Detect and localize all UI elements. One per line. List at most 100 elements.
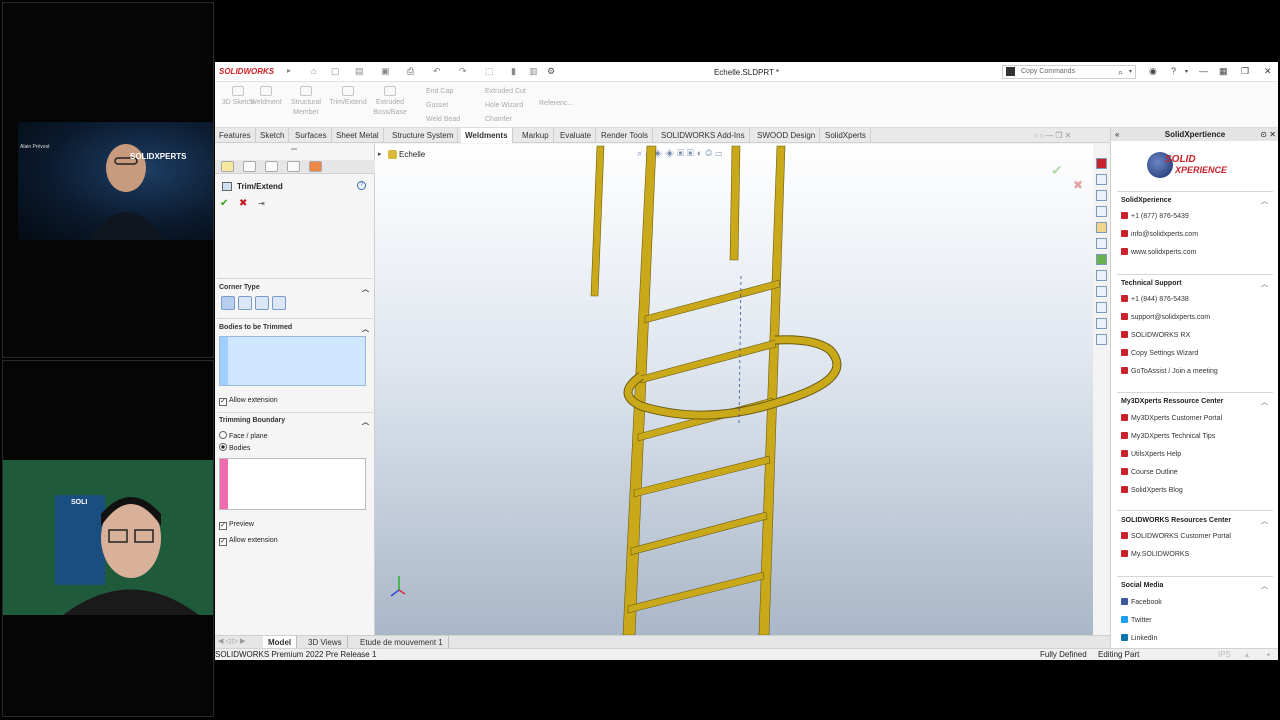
pm-splitter[interactable] <box>291 148 297 150</box>
bodies-radio[interactable]: Bodies <box>219 443 250 452</box>
section-technical-support[interactable]: Technical Support <box>1121 280 1182 287</box>
collapse-chevron-icon[interactable]: ︿ <box>1261 196 1268 206</box>
gotoassist-link[interactable]: GoToAssist / Join a meeting <box>1121 367 1218 375</box>
bodies-trimmed-header[interactable]: Bodies to be Trimmed ︿ <box>219 324 371 334</box>
dimxpert-icon[interactable] <box>287 161 300 172</box>
tab-sheet-metal[interactable]: Sheet Metal <box>332 128 384 143</box>
solidworks-rx-link[interactable]: SOLIDWORKS RX <box>1121 331 1190 339</box>
weld-bead-button[interactable]: Weld Bead <box>426 116 460 123</box>
email-link[interactable]: info@solidxperts.com <box>1121 230 1198 238</box>
feature-manager-icon[interactable] <box>221 161 234 172</box>
corner-end-butt1-button[interactable] <box>255 296 269 310</box>
linkedin-link[interactable]: LinkedIn <box>1121 634 1157 642</box>
corner-end-miter-button[interactable] <box>238 296 252 310</box>
allow-extension-checkbox-2[interactable]: ✓ Allow extension <box>219 537 278 546</box>
face-plane-radio[interactable]: Face / plane <box>219 431 268 440</box>
configuration-manager-icon[interactable] <box>265 161 278 172</box>
pane-back-icon[interactable]: « <box>1115 128 1119 141</box>
pin-icon[interactable]: ⇥ <box>258 199 265 208</box>
solidworks-forum-icon[interactable] <box>1096 286 1107 297</box>
resources-home-icon[interactable] <box>1096 174 1107 185</box>
course-outline-link[interactable]: Course Outline <box>1121 468 1178 476</box>
help-dropdown-icon[interactable]: ▾ <box>1185 68 1188 75</box>
search-commands-input[interactable]: Copy Commands ⌕ ▾ <box>1002 65 1136 79</box>
technical-tips-link[interactable]: My3DXperts Technical Tips <box>1121 432 1215 440</box>
support-phone-link[interactable]: +1 (844) 876-5438 <box>1121 295 1189 303</box>
twitter-link[interactable]: Twitter <box>1121 616 1152 624</box>
utilsxperts-help-link[interactable]: UtilsXperts Help <box>1121 450 1181 458</box>
status-units[interactable]: IPS <box>1218 649 1231 660</box>
hole-wizard-button[interactable]: Hole Wizard <box>485 102 523 109</box>
collapse-chevron-icon[interactable]: ︿ <box>1261 516 1268 526</box>
sw-customer-portal-link[interactable]: SOLIDWORKS Customer Portal <box>1121 532 1231 540</box>
toolbox-icon[interactable] <box>1096 318 1107 329</box>
tab-surfaces[interactable]: Surfaces <box>291 128 332 143</box>
tab-render-tools[interactable]: Render Tools <box>597 128 653 143</box>
tab-solidxperts[interactable]: SolidXperts <box>821 128 871 143</box>
tab-evaluate[interactable]: Evaluate <box>556 128 597 143</box>
blog-link[interactable]: SolidXperts Blog <box>1121 486 1183 494</box>
pane-pin-icon[interactable]: ⊙ <box>1260 128 1267 141</box>
status-units-dropdown-icon[interactable]: ▴ <box>1245 649 1249 660</box>
tab-swood-design[interactable]: SWOOD Design <box>753 128 821 143</box>
help-icon[interactable]: ? <box>1171 66 1176 76</box>
status-resize-icon[interactable]: ▪ <box>1267 649 1270 660</box>
collapse-chevron-icon[interactable]: ︿ <box>1261 581 1268 591</box>
bodies-trimmed-selection-box[interactable] <box>219 336 366 386</box>
corner-end-butt2-button[interactable] <box>272 296 286 310</box>
copy-settings-link[interactable]: Copy Settings Wizard <box>1121 349 1198 357</box>
tab-solidworks-addins[interactable]: SOLIDWORKS Add-Ins <box>657 128 750 143</box>
design-library-icon[interactable] <box>1096 206 1107 217</box>
3dexperience-icon[interactable] <box>1096 190 1107 201</box>
extruded-cut-button[interactable]: Extruded Cut <box>485 88 526 95</box>
section-solidworks-resources[interactable]: SOLIDWORKS Resources Center <box>1121 517 1231 524</box>
display-manager-icon[interactable] <box>309 161 322 172</box>
tab-structure-system[interactable]: Structure System <box>388 128 459 143</box>
customer-portal-link[interactable]: My3DXperts Customer Portal <box>1121 414 1222 422</box>
collapse-chevron-icon[interactable]: ︿ <box>1261 279 1268 289</box>
file-explorer-icon[interactable] <box>1096 222 1107 233</box>
collapse-chevron-icon[interactable]: ︿ <box>362 417 369 427</box>
trim-extend-button[interactable]: Trim/Extend <box>325 86 371 108</box>
section-solidxperience[interactable]: SolidXperience <box>1121 197 1172 204</box>
window-controls-icon[interactable]: ▫ ▫ — ❐ ✕ <box>1035 131 1071 140</box>
allow-extension-checkbox-1[interactable]: ✓ Allow extension <box>219 397 278 406</box>
minimize-icon[interactable]: — <box>1199 66 1208 76</box>
user-icon[interactable]: ◉ <box>1149 66 1157 77</box>
facebook-link[interactable]: Facebook <box>1121 598 1162 606</box>
search-icon[interactable]: ⌕ <box>1118 67 1123 78</box>
tab-weldments[interactable]: Weldments <box>461 128 513 143</box>
corner-end-trim-button[interactable] <box>221 296 235 310</box>
tools-icon[interactable] <box>1096 302 1107 313</box>
view-palette-icon[interactable] <box>1096 238 1107 249</box>
reference-button[interactable]: Referenc... <box>539 100 573 107</box>
section-my3dxperts[interactable]: My3DXperts Ressource Center <box>1121 398 1223 405</box>
end-cap-button[interactable]: End Cap <box>426 88 453 95</box>
phone-link[interactable]: +1 (877) 876-5439 <box>1121 212 1189 220</box>
restore-icon[interactable]: ❐ <box>1241 66 1249 77</box>
extruded-boss-button[interactable]: Extruded Boss/Base <box>367 86 413 118</box>
structural-member-button[interactable]: Structural Member <box>283 86 329 118</box>
support-email-link[interactable]: support@solidxperts.com <box>1121 313 1210 321</box>
collapse-chevron-icon[interactable]: ︿ <box>362 284 369 294</box>
trimming-boundary-selection-box[interactable] <box>219 458 366 510</box>
custom-properties-icon[interactable] <box>1096 270 1107 281</box>
gusset-button[interactable]: Gusset <box>426 102 448 109</box>
pm-help-icon[interactable]: ? <box>357 181 366 190</box>
graphics-area[interactable]: ▸ Echelle ⌕⌕◈◈▣▣◐◎▭ ✔ ✖ <box>375 144 1093 635</box>
settings-tab-icon[interactable] <box>1096 334 1107 345</box>
tab-scroll-arrows-icon[interactable]: ◀ ◁ ▷ ▶ <box>218 637 245 645</box>
tab-sketch[interactable]: Sketch <box>256 128 290 143</box>
search-dropdown-icon[interactable]: ▾ <box>1129 68 1132 75</box>
my-solidworks-link[interactable]: My.SOLIDWORKS <box>1121 550 1189 558</box>
appearances-icon[interactable] <box>1096 254 1107 265</box>
pane-close-icon[interactable]: ✕ <box>1269 128 1276 141</box>
close-icon[interactable]: ✕ <box>1264 66 1272 77</box>
cancel-x-icon[interactable]: ✖ <box>239 198 247 209</box>
tile-icon[interactable]: ▦ <box>1219 66 1228 77</box>
collapse-chevron-icon[interactable]: ︿ <box>1261 397 1268 407</box>
website-link[interactable]: www.solidxperts.com <box>1121 248 1196 256</box>
collapse-chevron-icon[interactable]: ︿ <box>362 324 369 334</box>
trimming-boundary-header[interactable]: Trimming Boundary ︿ <box>219 417 371 427</box>
solidxperts-tab-icon[interactable] <box>1096 158 1107 169</box>
